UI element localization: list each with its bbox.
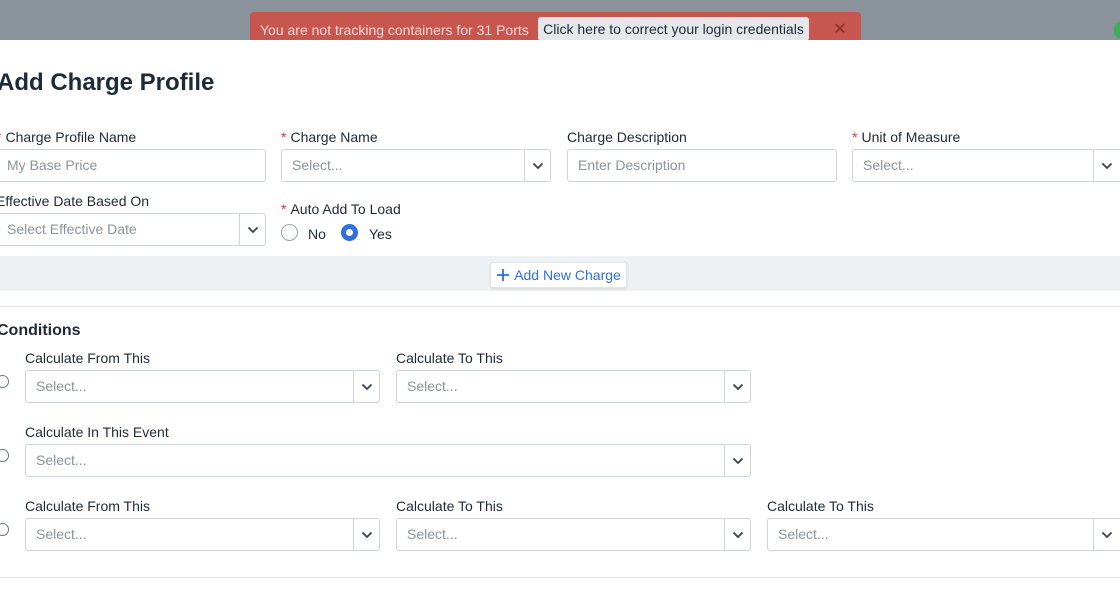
charge-name-label: * Charge Name [281, 129, 378, 145]
modal-title: Add Charge Profile [0, 69, 215, 96]
calculate-to-label: Calculate To This [396, 498, 503, 514]
charge-name-select[interactable]: Select... [281, 149, 551, 182]
profile-name-input[interactable]: My Base Price [0, 149, 266, 182]
calculate-in-event-label: Calculate In This Event [25, 424, 169, 440]
calculate-to-select[interactable]: Select... [767, 518, 1120, 551]
conditions-heading: Conditions [0, 322, 81, 339]
effective-date-select[interactable]: Select Effective Date [0, 213, 266, 246]
chevron-down-icon[interactable] [239, 214, 265, 245]
auto-add-no-radio[interactable] [281, 224, 298, 241]
tracking-alert-banner: You are not tracking containers for 31 P… [250, 12, 861, 41]
charge-description-input[interactable]: Enter Description [567, 149, 837, 182]
alert-message: You are not tracking containers for 31 P… [260, 22, 529, 38]
section-divider [0, 306, 1120, 307]
section-divider [0, 577, 1120, 578]
chevron-down-icon[interactable] [353, 371, 379, 402]
chevron-down-icon[interactable] [353, 519, 379, 550]
chevron-down-icon[interactable] [1093, 150, 1119, 181]
auto-add-label: * Auto Add To Load [281, 201, 401, 217]
add-new-charge-button[interactable]: Add New Charge [490, 262, 627, 288]
auto-add-yes-label: Yes [369, 226, 392, 242]
calculate-in-event-select[interactable]: Select... [25, 444, 751, 477]
calculate-to-label: Calculate To This [396, 350, 503, 366]
auto-add-yes-radio[interactable] [341, 224, 358, 241]
condition-option-radio[interactable] [0, 523, 9, 536]
calculate-from-label: Calculate From This [25, 498, 151, 514]
calculate-from-label: Calculate From This [25, 350, 151, 366]
calculate-to-select[interactable]: Select... [396, 370, 751, 403]
condition-option-radio[interactable] [0, 375, 9, 388]
chevron-down-icon[interactable] [724, 445, 750, 476]
close-icon[interactable]: ✕ [833, 20, 847, 40]
calculate-to-select[interactable]: Select... [396, 518, 751, 551]
plus-icon [497, 269, 510, 281]
unit-of-measure-select[interactable]: Select... [852, 149, 1120, 182]
correct-credentials-button[interactable]: Click here to correct your login credent… [538, 17, 809, 41]
online-status-indicator [1114, 22, 1120, 38]
unit-of-measure-label: * Unit of Measure [852, 129, 961, 145]
charge-description-label: Charge Description [567, 129, 687, 145]
condition-option-radio[interactable] [0, 449, 9, 462]
calculate-from-select[interactable]: Select... [25, 518, 380, 551]
calculate-from-select[interactable]: Select... [25, 370, 380, 403]
chevron-down-icon[interactable] [1093, 519, 1119, 550]
effective-date-label: Effective Date Based On [0, 193, 150, 209]
chevron-down-icon[interactable] [724, 371, 750, 402]
chevron-down-icon[interactable] [724, 519, 750, 550]
chevron-down-icon[interactable] [524, 150, 550, 181]
add-charge-profile-modal: Add Charge Profile *Charge Profile Name … [0, 40, 1120, 595]
profile-name-label: *Charge Profile Name [0, 129, 137, 145]
calculate-to-label: Calculate To This [767, 498, 874, 514]
auto-add-no-label: No [308, 226, 326, 242]
